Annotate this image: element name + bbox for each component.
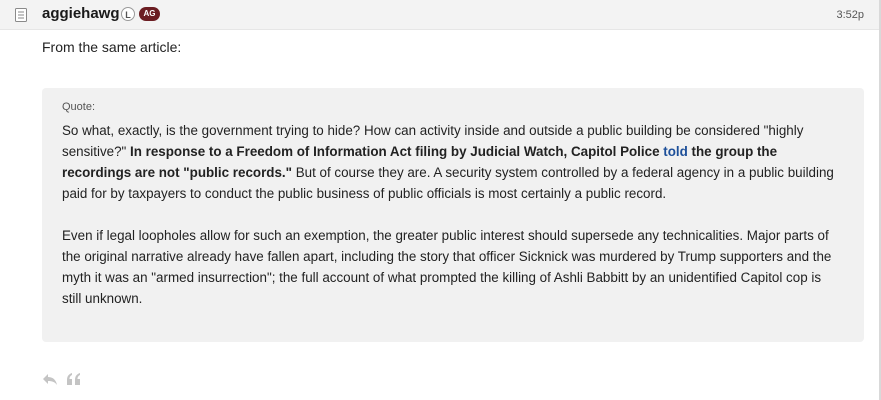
document-icon[interactable]: [15, 8, 27, 22]
quote-block: Quote: So what, exactly, is the governme…: [42, 88, 864, 342]
quote-paragraph-2: Even if legal loopholes allow for such a…: [62, 228, 832, 306]
reply-icon[interactable]: [42, 372, 58, 386]
user-badge-ag: AG: [139, 7, 160, 21]
quote-bold-text-1: In response to a Freedom of Information …: [130, 144, 664, 159]
post-header: aggiehawg L AG 3:52p: [0, 0, 881, 30]
quote-label: Quote:: [62, 101, 96, 113]
user-badge-l: L: [121, 7, 135, 21]
username-link[interactable]: aggiehawg: [42, 5, 120, 23]
quote-icon[interactable]: [66, 372, 82, 386]
forum-post: aggiehawg L AG 3:52p From the same artic…: [0, 0, 881, 400]
post-timestamp[interactable]: 3:52p: [836, 9, 864, 22]
quote-paragraph-1: So what, exactly, is the government tryi…: [62, 120, 844, 204]
quote-link-told[interactable]: told: [663, 144, 688, 159]
post-intro-text: From the same article:: [42, 39, 182, 55]
